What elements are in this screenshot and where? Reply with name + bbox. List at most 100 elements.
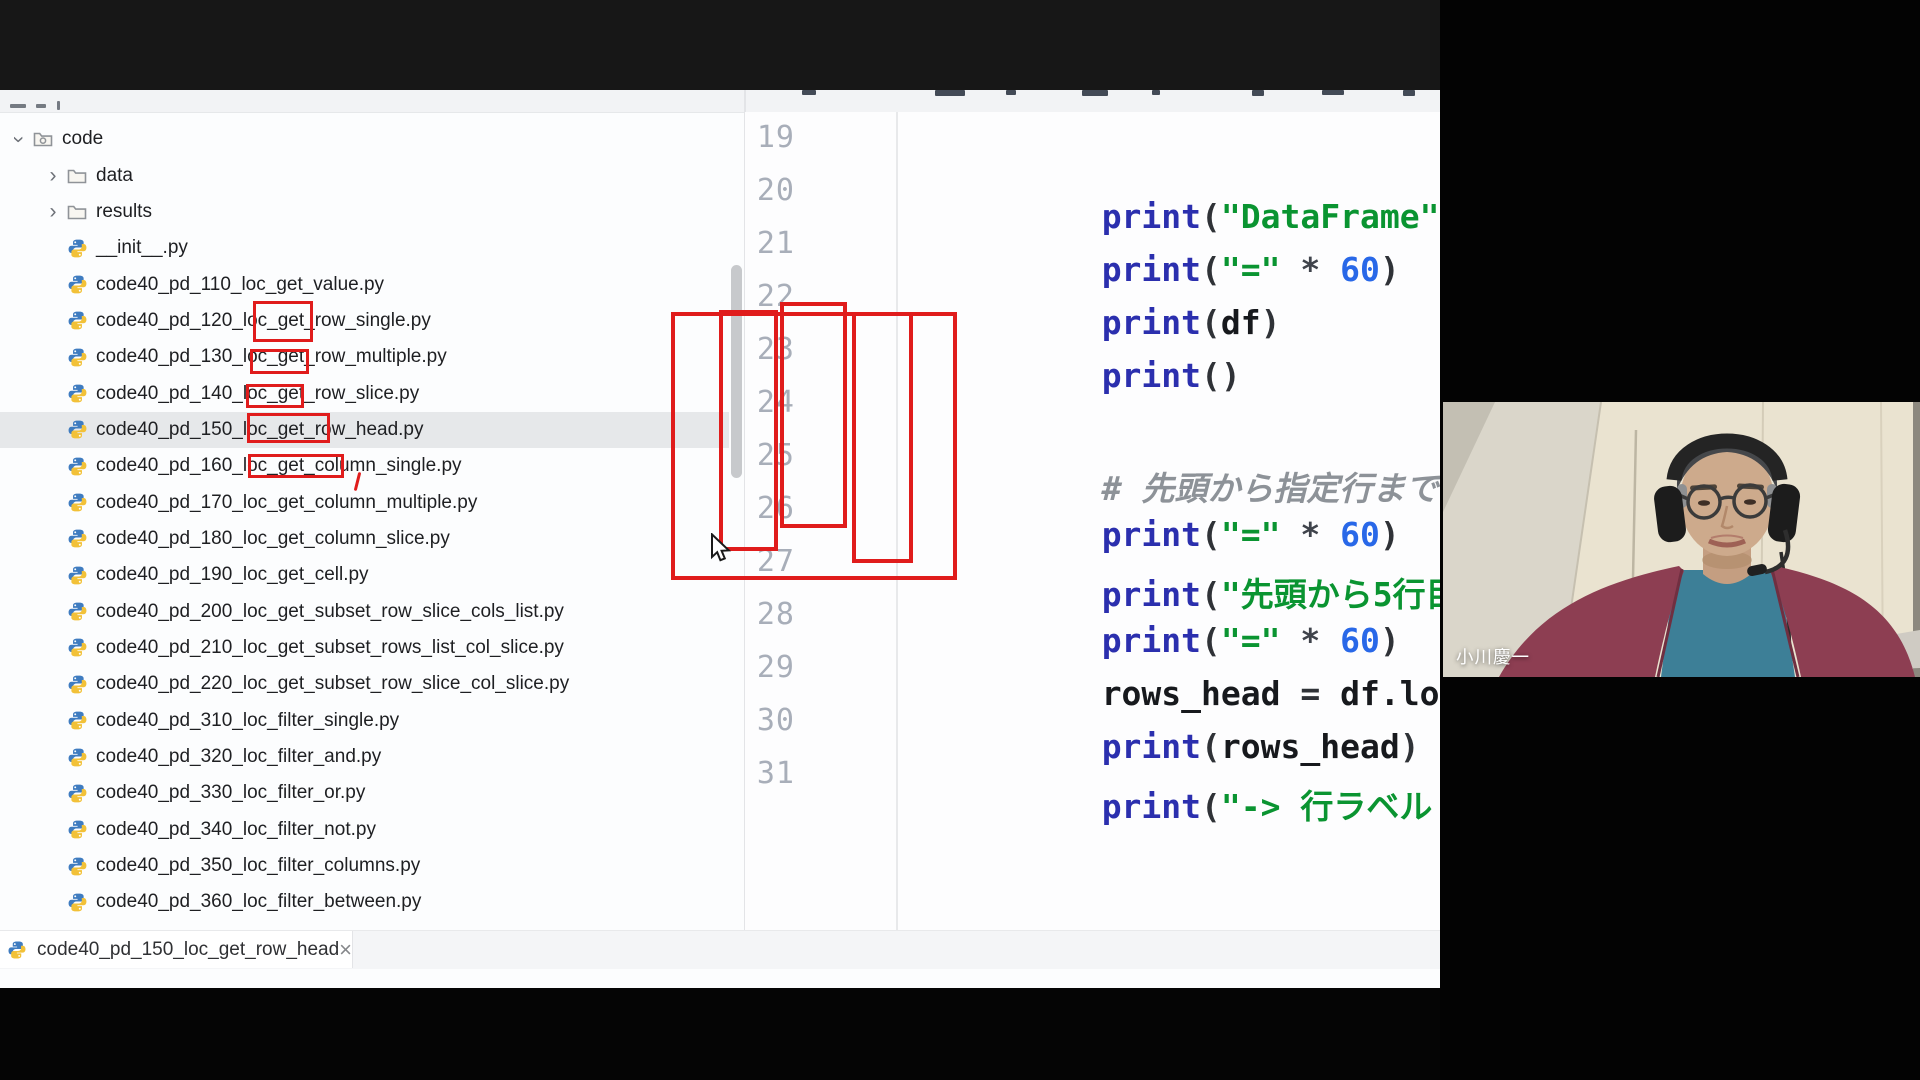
tree-item-label: code40_pd_310_loc_filter_single.py — [96, 710, 399, 732]
code-line[interactable]: 22 print() — [745, 273, 1440, 326]
python-icon — [66, 310, 88, 332]
tree-item[interactable]: code40_pd_360_loc_filter_between.py — [0, 884, 745, 920]
tree-item[interactable]: code40_pd_150_loc_get_row_head.py — [0, 412, 745, 448]
code-line[interactable]: 30 print("-> 行ラベル 0, 1, 2, 3, — [745, 697, 1440, 750]
code-line[interactable]: 19 print("DataFrame") — [745, 114, 1440, 167]
line-number: 19 — [745, 120, 795, 155]
python-icon — [66, 274, 88, 296]
python-icon — [66, 528, 88, 550]
tree-item[interactable]: code40_pd_190_loc_get_cell.py — [0, 557, 745, 593]
tree-item[interactable]: code40_pd_130_loc_get_row_multiple.py — [0, 339, 745, 375]
line-number: 20 — [745, 173, 795, 208]
code-line[interactable]: 24 # 先頭から指定行まで — [745, 379, 1440, 432]
line-number: 22 — [745, 279, 795, 314]
tree-item-label: code40_pd_320_loc_filter_and.py — [96, 746, 381, 768]
code-line[interactable]: 28 rows_head = df.loc[:5] — [745, 591, 1440, 644]
line-number: 24 — [745, 385, 795, 420]
sources-folder-icon — [32, 128, 54, 150]
code-line[interactable]: 25 print("=" * 60) — [745, 432, 1440, 485]
tree-item-label: code40_pd_130_loc_get_row_multiple.py — [96, 346, 447, 368]
code-line[interactable]: 27 print("=" * 60) — [745, 538, 1440, 591]
tab-active-file[interactable]: code40_pd_150_loc_get_row_head × — [0, 931, 353, 968]
python-icon — [66, 346, 88, 368]
tree-item[interactable]: code40_pd_340_loc_filter_not.py — [0, 812, 745, 848]
tree-item[interactable]: code40_pd_110_loc_get_value.py — [0, 266, 745, 302]
line-number: 25 — [745, 438, 795, 473]
tree-item-label: code40_pd_150_loc_get_row_head.py — [96, 419, 424, 441]
editor-tab-bar: code40_pd_150_loc_get_row_head × — [0, 930, 1440, 969]
tree-item-label: code40_pd_340_loc_filter_not.py — [96, 819, 376, 841]
python-icon — [6, 939, 28, 961]
folder-icon — [66, 165, 88, 187]
webcam-tile: 小川慶一 — [1443, 402, 1920, 677]
participant-name: 小川慶一 — [1456, 644, 1530, 669]
tree-item[interactable]: code40_pd_210_loc_get_subset_rows_list_c… — [0, 630, 745, 666]
code-line[interactable]: 26 print("先頭から5行目まで: df.loc[ — [745, 485, 1440, 538]
tree-item-label: code40_pd_110_loc_get_value.py — [96, 274, 384, 296]
tree-item[interactable]: code40_pd_350_loc_filter_columns.py — [0, 848, 745, 884]
tree-item[interactable]: › data — [0, 157, 745, 193]
code-editor[interactable]: 19 print("DataFrame") 20 print("=" * 60)… — [745, 112, 1440, 932]
tree-item[interactable]: __init__.py — [0, 230, 745, 266]
tree-item[interactable]: › results — [0, 194, 745, 230]
chevron-icon[interactable]: › — [40, 201, 66, 222]
tree-item-label: code40_pd_360_loc_filter_between.py — [96, 891, 421, 913]
python-icon — [66, 855, 88, 877]
tree-item-label: code40_pd_330_loc_filter_or.py — [96, 782, 365, 804]
python-icon — [66, 782, 88, 804]
tree-item-label: code40_pd_220_loc_get_subset_row_slice_c… — [96, 673, 569, 695]
python-icon — [66, 891, 88, 913]
tree-item[interactable]: code40_pd_120_loc_get_row_single.py — [0, 303, 745, 339]
python-icon — [66, 746, 88, 768]
tree-item[interactable]: code40_pd_200_loc_get_subset_row_slice_c… — [0, 593, 745, 629]
line-number: 23 — [745, 332, 795, 367]
code-line[interactable]: 20 print("=" * 60) — [745, 167, 1440, 220]
chevron-icon[interactable]: › — [9, 126, 30, 152]
tree-item-label: data — [96, 165, 133, 187]
tree-item[interactable]: code40_pd_160_loc_get_column_single.py — [0, 448, 745, 484]
cropped-toolbar-strip — [0, 90, 1440, 113]
tree-item-label: code40_pd_120_loc_get_row_single.py — [96, 310, 431, 332]
bottom-black-bar — [0, 988, 1440, 1080]
code-line[interactable]: 21 print(df) — [745, 220, 1440, 273]
tree-item-label: code40_pd_170_loc_get_column_multiple.py — [96, 492, 477, 514]
tree-scrollbar[interactable] — [731, 265, 742, 478]
tab-close-icon[interactable]: × — [339, 939, 352, 961]
tree-item[interactable]: code40_pd_330_loc_filter_or.py — [0, 775, 745, 811]
python-icon — [66, 237, 88, 259]
python-icon — [66, 601, 88, 623]
python-icon — [66, 673, 88, 695]
tree-item[interactable]: code40_pd_170_loc_get_column_multiple.py — [0, 484, 745, 520]
code-line[interactable]: 31 — [745, 750, 1440, 803]
tree-item-label: results — [96, 201, 152, 223]
tree-item-label: code40_pd_350_loc_filter_columns.py — [96, 855, 420, 877]
tree-item-label: code — [62, 128, 103, 150]
line-number: 28 — [745, 597, 795, 632]
tree-item[interactable]: code40_pd_320_loc_filter_and.py — [0, 739, 745, 775]
line-number: 31 — [745, 756, 795, 791]
tree-item-label: code40_pd_200_loc_get_subset_row_slice_c… — [96, 601, 564, 623]
tree-item-label: code40_pd_190_loc_get_cell.py — [96, 564, 369, 586]
tree-item-label: code40_pd_180_loc_get_column_slice.py — [96, 528, 450, 550]
code-line[interactable]: 29 print(rows_head) — [745, 644, 1440, 697]
tree-item[interactable]: code40_pd_310_loc_filter_single.py — [0, 703, 745, 739]
tree-item[interactable]: code40_pd_180_loc_get_column_slice.py — [0, 521, 745, 557]
line-number: 21 — [745, 226, 795, 261]
chevron-icon[interactable]: › — [40, 165, 66, 186]
code-line[interactable]: 23 — [745, 326, 1440, 379]
folder-icon — [66, 201, 88, 223]
project-tree[interactable]: › code › data › — [0, 121, 745, 921]
tree-item-label: code40_pd_140_loc_get_row_slice.py — [96, 383, 419, 405]
code-text — [903, 755, 1141, 872]
line-number: 30 — [745, 703, 795, 738]
webcam-video — [1443, 402, 1920, 677]
line-number: 27 — [745, 544, 795, 579]
python-icon — [66, 710, 88, 732]
line-number: 26 — [745, 491, 795, 526]
tree-item-label: __init__.py — [96, 237, 188, 259]
tree-item[interactable]: code40_pd_220_loc_get_subset_row_slice_c… — [0, 666, 745, 702]
tree-item[interactable]: code40_pd_140_loc_get_row_slice.py — [0, 375, 745, 411]
video-call-app: › code › data › — [0, 0, 1920, 1080]
tree-item[interactable]: › code — [0, 121, 745, 157]
python-icon — [66, 383, 88, 405]
